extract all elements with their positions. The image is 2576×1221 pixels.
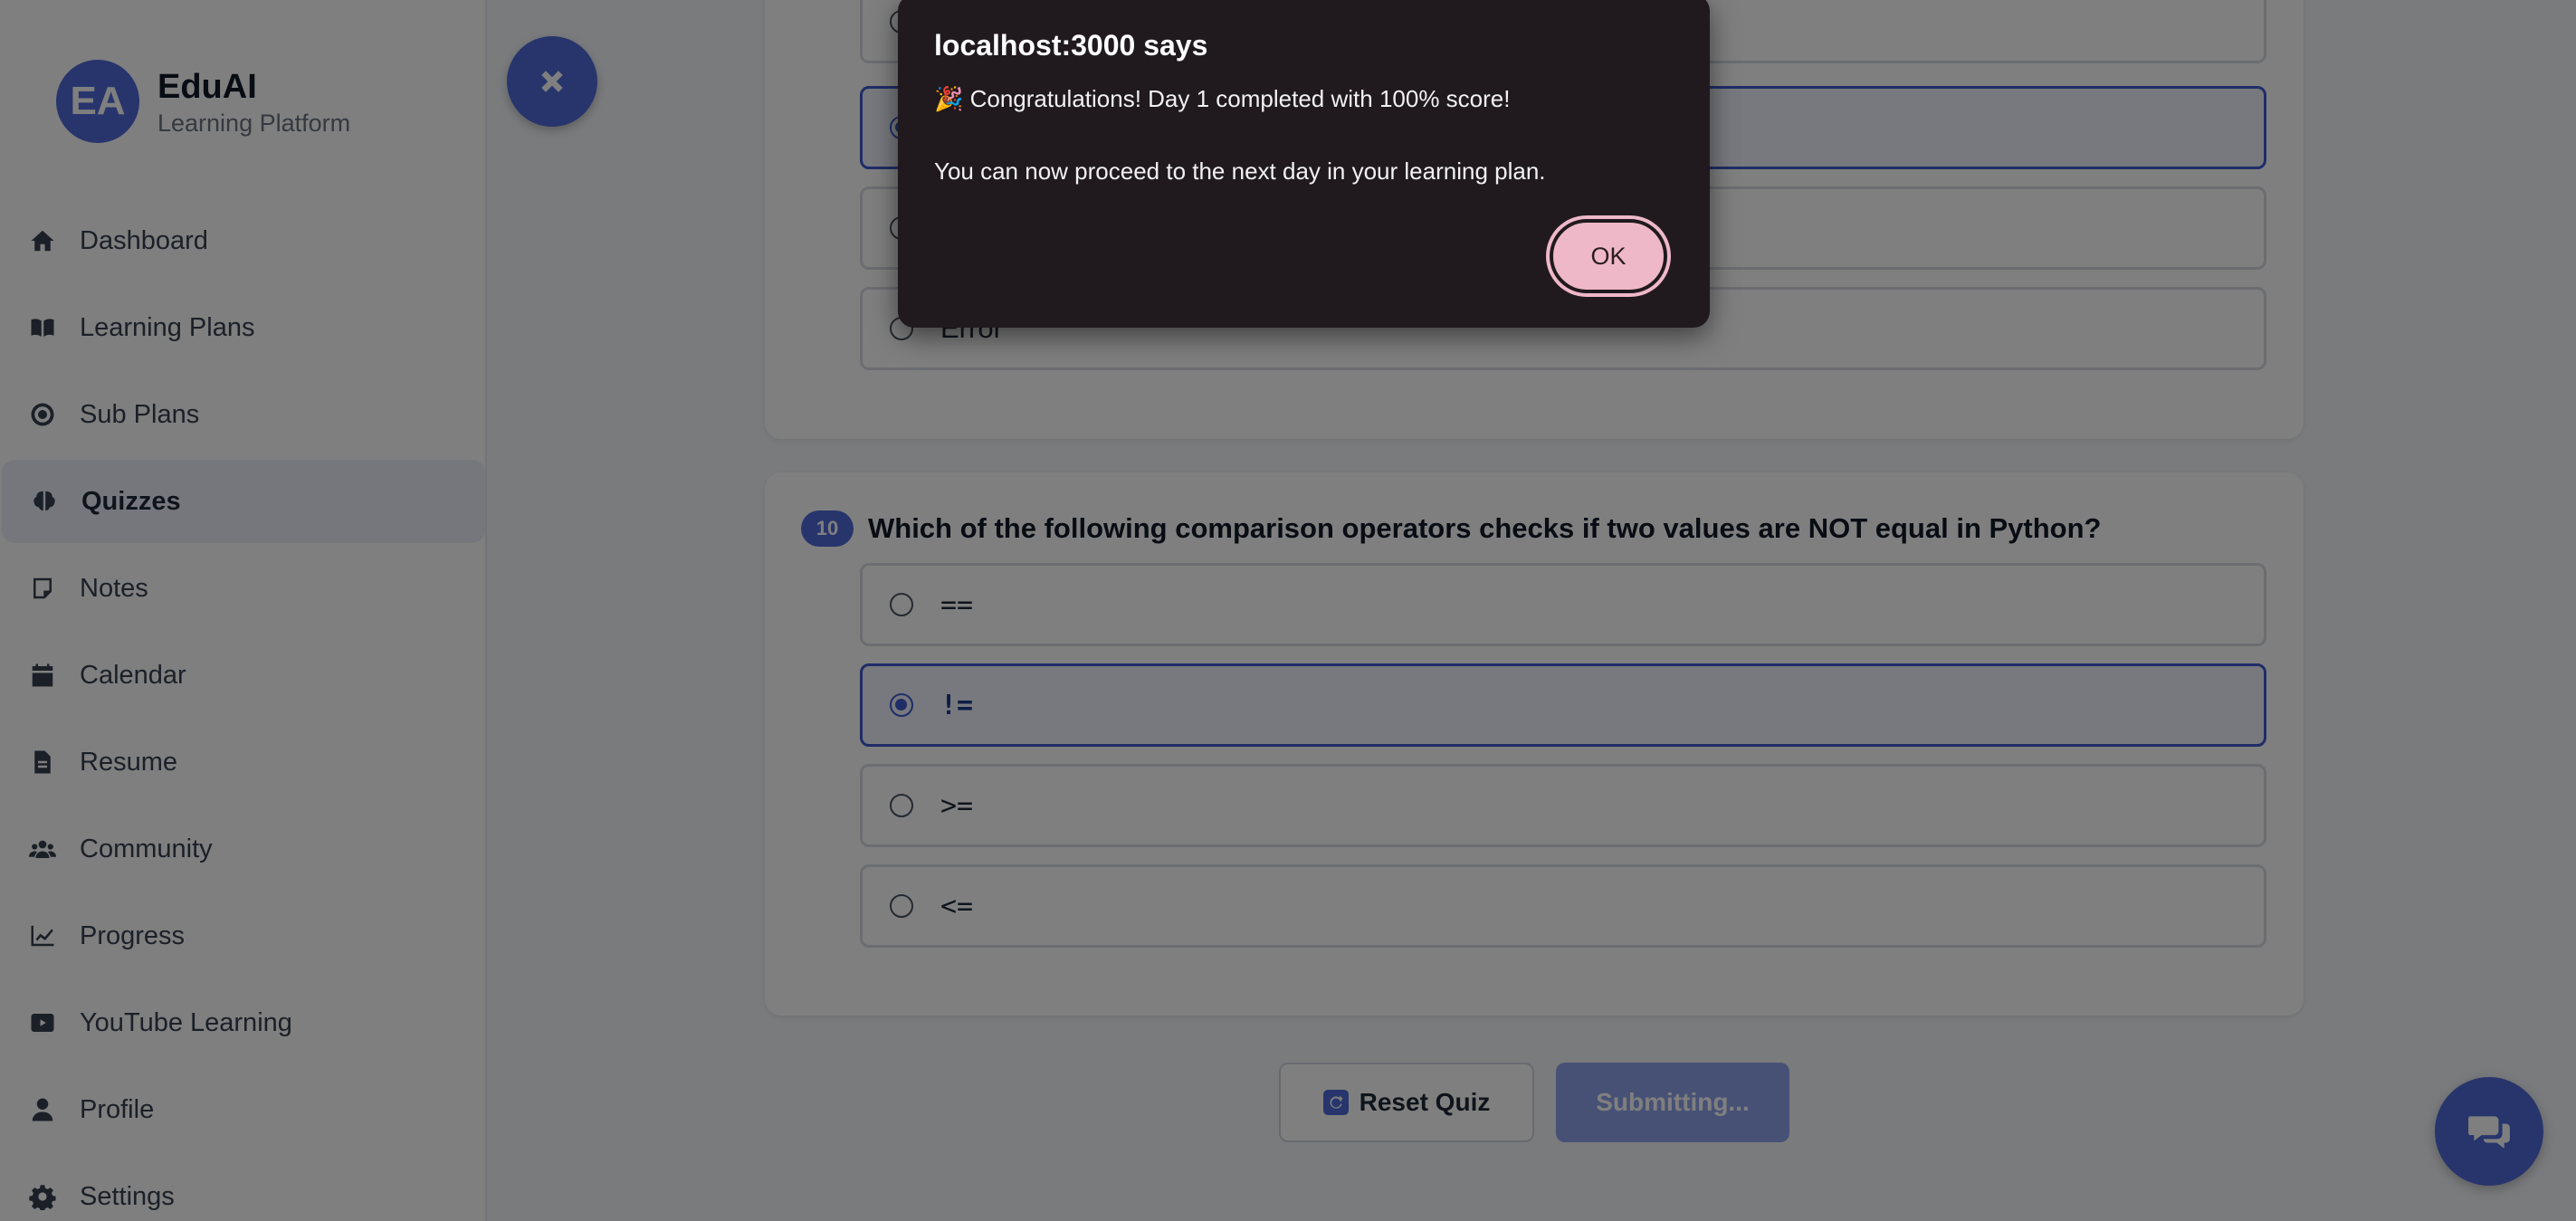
dialog-message-line1: 🎉 Congratulations! Day 1 completed with … <box>934 85 1511 112</box>
ok-button-label: OK <box>1590 242 1627 270</box>
ok-button[interactable]: OK <box>1550 219 1667 293</box>
dialog-title: localhost:3000 says <box>934 29 1208 62</box>
alert-dialog: localhost:3000 says 🎉 Congratulations! D… <box>898 0 1710 328</box>
dialog-message-line2: You can now proceed to the next day in y… <box>934 157 1546 185</box>
